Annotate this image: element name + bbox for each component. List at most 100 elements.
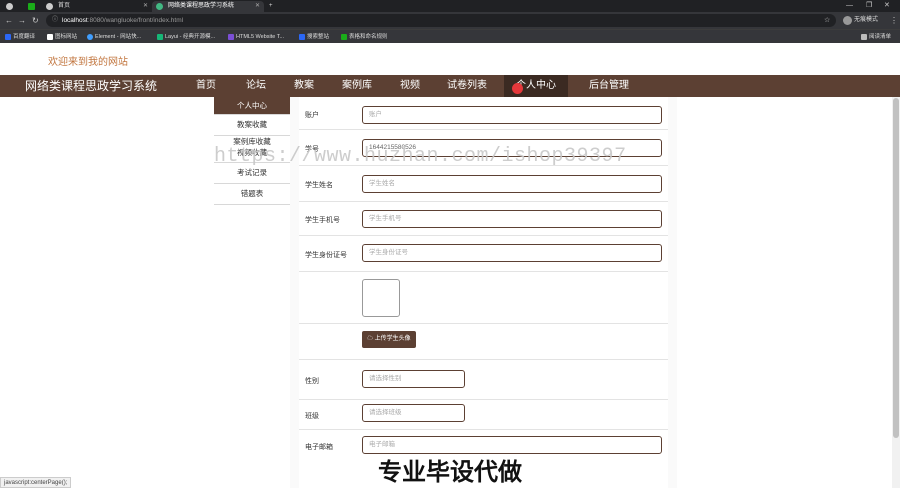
form-row-student-name: 学生姓名 学生姓名	[299, 165, 668, 202]
sidebar-item-wrong-questions[interactable]: 错题表	[214, 184, 290, 205]
form-row-class: 班级 请选择班级	[299, 399, 668, 430]
sidebar-item-personal-center[interactable]: 个人中心	[214, 97, 290, 115]
tab-favicon-icon	[156, 3, 163, 10]
field-label: 学生手机号	[305, 217, 340, 224]
bookmark-favicon-icon	[47, 34, 53, 40]
minimize-icon[interactable]: —	[846, 0, 853, 12]
bookmark-label: Layui - 经典开源模...	[165, 34, 216, 40]
bookmark-favicon-icon	[157, 34, 163, 40]
browser-tab-home[interactable]: 首页 ✕	[42, 1, 152, 12]
profile-button[interactable]: 无痕模式	[843, 15, 878, 26]
form-row-student-phone: 学生手机号 学生手机号	[299, 201, 668, 236]
bookmark-item[interactable]: Layui - 经典开源模...	[156, 31, 215, 43]
tab-title: 网络类课程思政学习系统	[168, 3, 235, 9]
tab-favicon-icon	[6, 3, 13, 10]
student-id-input[interactable]: 学生身份证号	[362, 244, 662, 262]
url-path: :8080/wangluoke/front/index.html	[87, 17, 184, 24]
caption-overlay: 专业毕设代做	[378, 459, 522, 486]
restore-icon[interactable]: ❐	[866, 0, 872, 12]
student-phone-input[interactable]: 学生手机号	[362, 210, 662, 228]
menu-kebab-icon[interactable]: ⋮	[890, 15, 898, 26]
field-label: 电子邮箱	[305, 444, 333, 451]
bookmark-label: 图标网站	[55, 34, 78, 40]
form-row-avatar	[299, 271, 668, 324]
upload-label: 上传学生头像	[374, 336, 411, 342]
profile-label: 无痕模式	[854, 17, 879, 23]
bookmark-favicon-icon	[5, 34, 11, 40]
bookmark-item[interactable]: HTML5 Website T...	[227, 31, 284, 43]
reading-list-icon	[861, 34, 867, 40]
bookmark-label: 百度翻译	[13, 34, 36, 40]
bookmark-favicon-icon	[299, 34, 305, 40]
tab-title: 首页	[58, 3, 71, 9]
info-icon[interactable]: ⓘ	[52, 14, 58, 27]
gender-select[interactable]: 请选择性别	[362, 370, 465, 388]
field-label: 账户	[305, 112, 319, 119]
student-name-input[interactable]: 学生姓名	[362, 175, 662, 193]
bookmark-item[interactable]: 表格和命名规则	[340, 31, 388, 43]
browser-tab-pinned[interactable]	[2, 1, 22, 12]
content-frame-right	[668, 97, 677, 488]
bookmark-favicon-icon	[228, 34, 234, 40]
new-tab-button[interactable]: +	[266, 1, 280, 12]
field-label: 班级	[305, 413, 319, 420]
nav-case-library[interactable]: 案例库	[342, 75, 372, 97]
form-row-gender: 性别 请选择性别	[299, 359, 668, 400]
browser-tab-pinned[interactable]	[24, 1, 42, 12]
reading-list-button[interactable]: 阅读清单	[860, 31, 891, 43]
incognito-avatar-icon	[843, 16, 852, 25]
bookmark-item[interactable]: 图标网站	[46, 31, 77, 43]
welcome-text: 欢迎来到我的网站	[48, 57, 128, 68]
scrollbar-thumb[interactable]	[893, 98, 899, 438]
forward-arrow-icon[interactable]: →	[18, 15, 26, 26]
back-arrow-icon[interactable]: ←	[5, 15, 13, 26]
site-brand[interactable]: 网络类课程思政学习系统	[25, 75, 157, 97]
page-content: 欢迎来到我的网站 网络类课程思政学习系统 首页 论坛 教案 案例库 视频 试卷列…	[0, 43, 900, 488]
close-window-icon[interactable]: ✕	[884, 0, 890, 12]
bookmark-item[interactable]: Element - 网站快...	[86, 31, 141, 43]
account-input[interactable]: 账户	[362, 106, 662, 124]
sidebar-item-lesson-favorites[interactable]: 教案收藏	[214, 115, 290, 136]
status-bar-url: javascript:centerPage();	[0, 477, 72, 488]
form-row-student-id: 学生身份证号 学生身份证号	[299, 235, 668, 272]
tab-favicon-icon	[28, 3, 35, 10]
bookmarks-bar: 百度翻译 图标网站 Element - 网站快... Layui - 经典开源模…	[0, 29, 900, 43]
bookmark-favicon-icon	[87, 34, 93, 40]
form-row-upload: ☁ 上传学生头像	[299, 323, 668, 360]
bookmark-item[interactable]: 搜索整站	[298, 31, 329, 43]
bookmark-label: Element - 网站快...	[95, 34, 142, 40]
nav-admin[interactable]: 后台管理	[589, 75, 629, 97]
main-navbar: 网络类课程思政学习系统 首页 论坛 教案 案例库 视频 试卷列表 个人中心 后台…	[0, 75, 900, 97]
bookmark-label: 表格和命名规则	[349, 34, 388, 40]
reading-list-label: 阅读清单	[869, 34, 892, 40]
upload-cloud-icon: ☁	[367, 336, 375, 342]
watermark-text: https://www.huzhan.com/ishop39397	[214, 145, 627, 168]
browser-tab-active[interactable]: 网络类课程思政学习系统 ✕	[152, 1, 264, 12]
bookmark-label: HTML5 Website T...	[236, 34, 285, 40]
class-select[interactable]: 请选择班级	[362, 404, 465, 422]
reload-icon[interactable]: ↻	[32, 15, 39, 26]
bookmark-label: 搜索整站	[307, 34, 330, 40]
bookmark-favicon-icon	[341, 34, 347, 40]
nav-home[interactable]: 首页	[196, 75, 216, 97]
url-host: localhost	[62, 17, 88, 24]
bookmark-item[interactable]: 百度翻译	[4, 31, 35, 43]
form-row-account: 账户 账户	[299, 97, 668, 130]
cursor-highlight	[512, 83, 523, 94]
avatar-preview	[362, 279, 400, 317]
nav-videos[interactable]: 视频	[400, 75, 420, 97]
field-label: 学生姓名	[305, 182, 333, 189]
page-scrollbar[interactable]	[892, 97, 900, 488]
nav-lesson-plans[interactable]: 教案	[294, 75, 314, 97]
close-icon[interactable]: ✕	[255, 1, 260, 12]
close-icon[interactable]: ✕	[143, 1, 148, 12]
tab-favicon-icon	[46, 3, 53, 10]
bookmark-star-icon[interactable]: ☆	[824, 15, 830, 26]
field-label: 学生身份证号	[305, 252, 347, 259]
nav-exam-list[interactable]: 试卷列表	[447, 75, 487, 97]
url-bar[interactable]: ⓘ localhost:8080/wangluoke/front/index.h…	[46, 14, 836, 27]
address-toolbar: ← → ↻ ⓘ localhost:8080/wangluoke/front/i…	[0, 12, 900, 29]
nav-forum[interactable]: 论坛	[246, 75, 266, 97]
upload-avatar-button[interactable]: ☁ 上传学生头像	[362, 331, 416, 348]
browser-tab-bar: 首页 ✕ 网络类课程思政学习系统 ✕ + — ❐ ✕	[0, 0, 900, 12]
